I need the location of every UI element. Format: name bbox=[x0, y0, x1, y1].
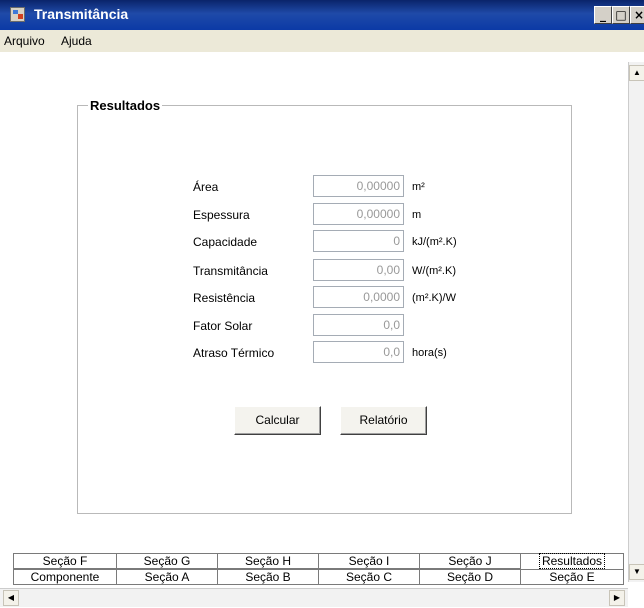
capacidade-label: Capacidade bbox=[193, 235, 258, 249]
transmitancia-label: Transmitância bbox=[193, 264, 268, 278]
transmitancia-unit: W/(m².K) bbox=[412, 265, 456, 277]
transmitancia-field[interactable]: 0,00 bbox=[313, 259, 404, 281]
horizontal-scrollbar[interactable]: ◀ ▶ bbox=[0, 588, 628, 607]
tab-secao-f[interactable]: Seção F bbox=[13, 553, 117, 569]
espessura-unit: m bbox=[412, 209, 422, 221]
menu-bar: Arquivo Ajuda bbox=[0, 30, 644, 52]
tab-secao-h[interactable]: Seção H bbox=[217, 553, 319, 569]
espessura-label: Espessura bbox=[193, 208, 250, 222]
atraso-termico-unit: hora(s) bbox=[412, 347, 447, 359]
relatorio-button[interactable]: Relatório bbox=[340, 406, 427, 435]
tab-secao-a[interactable]: Seção A bbox=[116, 569, 218, 585]
minimize-button[interactable]: _ bbox=[594, 6, 612, 24]
scroll-left-icon[interactable]: ◀ bbox=[3, 590, 19, 606]
scroll-up-icon[interactable]: ▲ bbox=[629, 65, 644, 81]
tab-secao-e[interactable]: Seção E bbox=[520, 569, 624, 585]
vertical-scrollbar[interactable]: ▲ ▼ bbox=[628, 62, 644, 582]
resistencia-unit: (m².K)/W bbox=[412, 292, 456, 304]
maximize-button[interactable]: □ bbox=[612, 6, 630, 24]
tab-resultados[interactable]: Resultados bbox=[520, 553, 624, 570]
tab-componente[interactable]: Componente bbox=[13, 569, 117, 585]
calcular-button[interactable]: Calcular bbox=[234, 406, 321, 435]
results-group-title: Resultados bbox=[88, 98, 163, 113]
atraso-termico-label: Atraso Térmico bbox=[193, 346, 275, 360]
app-icon bbox=[10, 7, 25, 22]
capacidade-field[interactable]: 0 bbox=[313, 230, 404, 252]
tab-resultados-label: Resultados bbox=[538, 553, 606, 569]
espessura-field[interactable]: 0,00000 bbox=[313, 203, 404, 225]
menu-ajuda[interactable]: Ajuda bbox=[61, 34, 92, 48]
tab-secao-d[interactable]: Seção D bbox=[419, 569, 521, 585]
tab-secao-c[interactable]: Seção C bbox=[318, 569, 420, 585]
area-unit: m² bbox=[412, 181, 425, 193]
area-label: Área bbox=[193, 180, 219, 194]
tab-secao-g[interactable]: Seção G bbox=[116, 553, 218, 569]
atraso-termico-field[interactable]: 0,0 bbox=[313, 341, 404, 363]
fator-solar-label: Fator Solar bbox=[193, 319, 253, 333]
scroll-down-icon[interactable]: ▼ bbox=[629, 564, 644, 580]
title-bar: Transmitância _ □ × bbox=[0, 0, 644, 30]
capacidade-unit: kJ/(m².K) bbox=[412, 236, 457, 248]
menu-arquivo[interactable]: Arquivo bbox=[4, 34, 45, 48]
close-button[interactable]: × bbox=[630, 6, 644, 24]
results-group bbox=[77, 105, 572, 514]
area-field[interactable]: 0,00000 bbox=[313, 175, 404, 197]
resistencia-field[interactable]: 0,0000 bbox=[313, 286, 404, 308]
fator-solar-field[interactable]: 0,0 bbox=[313, 314, 404, 336]
scroll-right-icon[interactable]: ▶ bbox=[609, 590, 625, 606]
resistencia-label: Resistência bbox=[193, 291, 256, 305]
window-title: Transmitância bbox=[34, 6, 129, 22]
tab-secao-i[interactable]: Seção I bbox=[318, 553, 420, 569]
tab-secao-b[interactable]: Seção B bbox=[217, 569, 319, 585]
tab-secao-j[interactable]: Seção J bbox=[419, 553, 521, 569]
